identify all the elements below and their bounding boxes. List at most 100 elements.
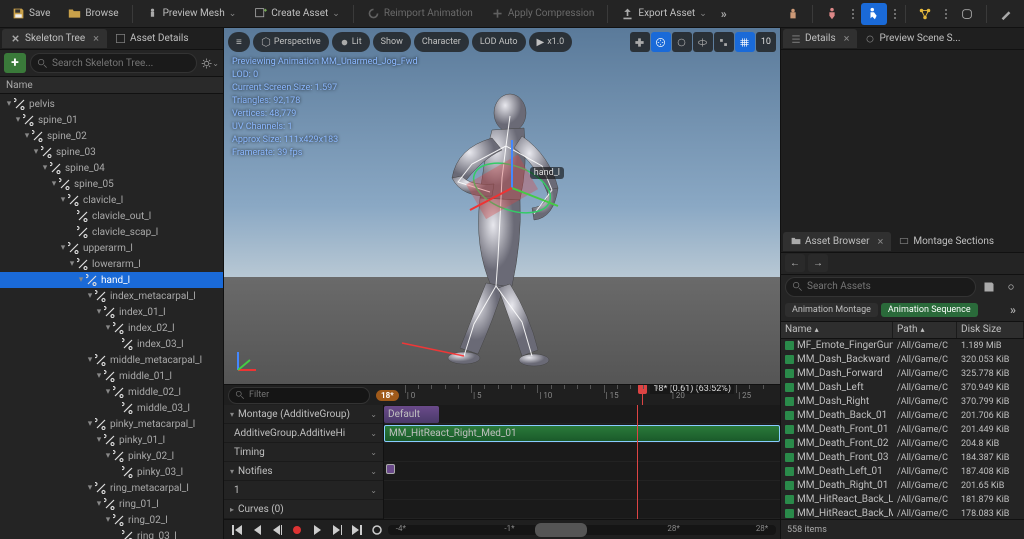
caret-icon[interactable]: ▾ [103, 515, 113, 525]
close-icon[interactable]: × [93, 32, 99, 45]
tab-asset-browser[interactable]: Asset Browser × [783, 232, 891, 251]
track-header-row[interactable]: ▾Montage (AdditiveGroup)⌄ [224, 405, 383, 424]
caret-icon[interactable]: ▾ [58, 195, 68, 205]
asset-settings-button[interactable] [1002, 278, 1020, 296]
playback-speed-button[interactable]: ▶x1.0 [529, 32, 573, 52]
caret-icon[interactable]: ▾ [85, 483, 95, 493]
select-tool-button[interactable] [630, 32, 650, 52]
lod-button[interactable]: LOD Auto [472, 32, 526, 52]
tree-row[interactable]: ▾ pelvis [0, 96, 223, 112]
step-forward-button[interactable] [328, 521, 345, 538]
caret-icon[interactable]: ▾ [67, 259, 77, 269]
snap-grid-button[interactable] [735, 32, 755, 52]
tree-row[interactable]: ▾ ring_metacarpal_l [0, 480, 223, 496]
close-icon[interactable]: × [844, 32, 850, 45]
tree-row[interactable]: ▾ upperarm_l [0, 240, 223, 256]
caret-icon[interactable]: ▾ [22, 131, 32, 141]
track-header-row[interactable]: Timing⌄ [224, 443, 383, 462]
tab-details[interactable]: Details × [783, 29, 857, 48]
tab-skeleton-tree[interactable]: Skeleton Tree × [2, 29, 107, 48]
play-reverse-button[interactable] [268, 521, 285, 538]
asset-row[interactable]: MM_Dash_Backward /All/Game/C 320.053 KiB [781, 353, 1024, 367]
asset-row[interactable]: MM_Dash_Forward /All/Game/C 325.778 KiB [781, 367, 1024, 381]
asset-row[interactable]: MM_Dash_Right /All/Game/C 370.799 KiB [781, 395, 1024, 409]
scale-tool-button[interactable] [693, 32, 713, 52]
go-to-end-button[interactable] [348, 521, 365, 538]
viewport-menu-button[interactable]: ≡ [228, 32, 250, 52]
caret-icon[interactable]: ▾ [85, 291, 95, 301]
mode-animation-options[interactable] [890, 9, 900, 19]
caret-icon[interactable]: ▾ [94, 307, 104, 317]
timeline-filter[interactable] [228, 387, 370, 404]
record-button[interactable] [288, 521, 305, 538]
step-back-button[interactable] [248, 521, 265, 538]
asset-row[interactable]: MF_Emote_FingerGun /All/Game/C 1.189 MiB [781, 339, 1024, 353]
filter-overflow[interactable]: » [1006, 303, 1020, 317]
tree-row[interactable]: ▾ ring_02_l [0, 512, 223, 528]
asset-search-input[interactable] [807, 281, 969, 292]
caret-icon[interactable]: ▾ [103, 387, 113, 397]
asset-row[interactable]: MM_Death_Front_03 /All/Game/C 184.387 Ki… [781, 451, 1024, 465]
chevron-down-icon[interactable]: ⌄ [370, 429, 377, 438]
track-header-row[interactable]: 1⌄ [224, 481, 383, 500]
timeline-range-slider[interactable]: -4* -1* 28* 28* [388, 525, 776, 535]
timeline-tracks[interactable]: Default MM_HitReact_Right_Med_01 [384, 405, 780, 519]
asset-search[interactable] [785, 277, 976, 297]
asset-row[interactable]: MM_Dash_Left /All/Game/C 370.949 KiB [781, 381, 1024, 395]
browse-button[interactable]: Browse [60, 4, 126, 23]
tree-row[interactable]: ▾ lowerarm_l [0, 256, 223, 272]
export-asset-button[interactable]: Export Asset⌄ [613, 4, 714, 23]
tree-row[interactable]: ▾ ring_01_l [0, 496, 223, 512]
chevron-down-icon[interactable]: ⌄ [370, 467, 377, 476]
nav-forward-button[interactable]: → [808, 254, 828, 272]
track-header-row[interactable]: ▸Curves (0) [224, 500, 383, 519]
filter-animation-montage[interactable]: Animation Montage [785, 303, 878, 317]
tree-row[interactable]: ▾ spine_02 [0, 128, 223, 144]
asset-row[interactable]: MM_Death_Right_01 /All/Game/C 201.65 KiB [781, 479, 1024, 493]
tree-row[interactable]: ▾ spine_03 [0, 144, 223, 160]
tree-row[interactable]: ▾ spine_05 [0, 176, 223, 192]
tree-row[interactable]: clavicle_out_l [0, 208, 223, 224]
caret-icon[interactable]: ▾ [40, 163, 50, 173]
skeleton-search-input[interactable] [52, 58, 190, 69]
caret-icon[interactable]: ▾ [230, 467, 234, 476]
caret-icon[interactable]: ▾ [85, 355, 95, 365]
chevron-down-icon[interactable]: ⌄ [370, 486, 377, 495]
toolbar-overflow[interactable]: » [717, 7, 731, 21]
asset-row[interactable]: MM_Death_Back_01 /All/Game/C 201.706 KiB [781, 409, 1024, 423]
caret-icon[interactable]: ▾ [94, 499, 104, 509]
tree-row[interactable]: ▾ pinky_metacarpal_l [0, 416, 223, 432]
asset-list[interactable]: MF_Emote_FingerGun /All/Game/C 1.189 MiB… [781, 339, 1024, 520]
asset-save-button[interactable] [980, 278, 998, 296]
tree-row[interactable]: ▾ spine_04 [0, 160, 223, 176]
caret-icon[interactable]: ▾ [13, 115, 23, 125]
tree-row[interactable]: ▾ index_02_l [0, 320, 223, 336]
caret-icon[interactable]: ▾ [85, 419, 95, 429]
rotate-tool-button[interactable] [672, 32, 692, 52]
viewport[interactable]: ≡ Perspective Lit Show Character LOD Aut… [224, 28, 780, 384]
save-button[interactable]: Save [4, 4, 58, 23]
tab-montage-sections[interactable]: Montage Sections [891, 233, 1002, 250]
mode-physics-button[interactable] [954, 3, 980, 25]
filter-animation-sequence[interactable]: Animation Sequence [881, 303, 978, 317]
reimport-animation-button[interactable]: Reimport Animation [359, 4, 481, 23]
caret-icon[interactable]: ▾ [4, 99, 14, 109]
track-header-row[interactable]: ▾Notifies⌄ [224, 462, 383, 481]
lit-button[interactable]: Lit [332, 32, 370, 52]
caret-icon[interactable]: ▾ [103, 451, 113, 461]
caret-icon[interactable]: ▸ [230, 505, 234, 514]
preview-mesh-button[interactable]: Preview Mesh⌄ [138, 4, 245, 23]
tab-preview-scene[interactable]: Preview Scene S... [857, 30, 968, 47]
header-name[interactable]: Name▴ [781, 322, 893, 338]
tree-row[interactable]: ▾ spine_01 [0, 112, 223, 128]
grid-size-value[interactable]: 10 [756, 32, 776, 52]
mode-animation-button[interactable] [861, 3, 887, 25]
apply-compression-button[interactable]: Apply Compression [483, 4, 603, 23]
track-header-row[interactable]: AdditiveGroup.AdditiveHi⌄ [224, 424, 383, 443]
tree-row[interactable]: ▾ hand_l [0, 272, 223, 288]
caret-icon[interactable]: ▾ [103, 323, 113, 333]
tree-row[interactable]: ▾ middle_metacarpal_l [0, 352, 223, 368]
range-thumb[interactable] [535, 523, 587, 537]
caret-icon[interactable]: ▾ [31, 147, 41, 157]
chevron-down-icon[interactable]: ⌄ [370, 410, 377, 419]
